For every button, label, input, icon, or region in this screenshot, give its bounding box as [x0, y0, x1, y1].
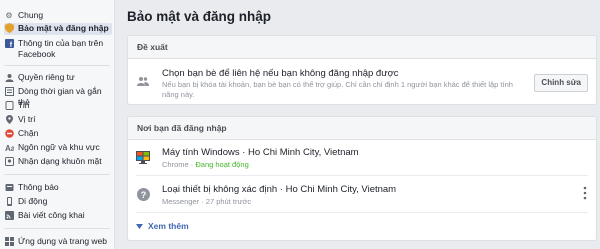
settings-sidebar: ⚙ Chung Bảo mật và đăng nhập f Thông tin…: [0, 0, 115, 249]
sidebar-item-label: Di động: [18, 196, 48, 206]
see-more-link[interactable]: Xem thêm: [136, 221, 189, 231]
sidebar-item-privacy[interactable]: Quyền riêng tư: [4, 72, 112, 83]
session-row[interactable]: ? Loại thiết bị không xác định · Ho Chi …: [128, 176, 596, 212]
sidebar-item-label: Tin: [18, 100, 30, 110]
session-client: Messenger: [162, 197, 200, 206]
friends-icon: [136, 74, 150, 88]
facebook-icon: f: [4, 38, 14, 48]
caret-down-icon: [136, 221, 143, 231]
sidebar-item-notifications[interactable]: Thông báo: [4, 182, 112, 193]
session-meta: Chrome · Đang hoạt động: [162, 160, 249, 169]
sidebar-item-label: Bài viết công khai: [18, 210, 85, 220]
privacy-icon: [4, 72, 14, 82]
notifications-icon: [4, 182, 14, 192]
session-meta: Messenger · 27 phút trước: [162, 197, 251, 206]
main-content: Bảo mật và đăng nhập Đề xuất Chọn bạn bè…: [115, 0, 600, 249]
session-device: Máy tính Windows · Ho Chi Minh City, Vie…: [162, 147, 359, 158]
sidebar-item-label: Quyền riêng tư: [18, 72, 75, 82]
trusted-contacts-row: Chọn bạn bè để liên hệ nếu bạn không đăn…: [128, 58, 596, 105]
block-icon: [4, 128, 14, 138]
apps-icon: [4, 236, 14, 246]
edit-button[interactable]: Chỉnh sửa: [534, 74, 588, 92]
sidebar-item-stories[interactable]: Tin: [4, 100, 112, 111]
location-icon: [4, 114, 14, 124]
shield-icon: [4, 23, 14, 33]
logged-in-card: Nơi bạn đã đăng nhập Máy tính Windows · …: [127, 116, 597, 241]
session-time: 27 phút trước: [205, 197, 252, 206]
sidebar-item-public-posts[interactable]: Bài viết công khai: [4, 210, 112, 221]
recommended-card: Đề xuất Chọn bạn bè để liên hệ nếu bạn k…: [127, 35, 597, 105]
session-separator: ·: [199, 197, 206, 206]
sidebar-divider: [4, 65, 110, 66]
svg-text:Aa: Aa: [5, 144, 14, 152]
stories-icon: [4, 100, 14, 110]
sidebar-item-apps[interactable]: Ứng dụng và trang web: [4, 236, 112, 247]
sidebar-item-label: Ứng dụng và trang web: [18, 236, 108, 246]
sidebar-divider: [4, 174, 110, 175]
face-icon: [4, 156, 14, 166]
recommendation-description: Nếu bạn bị khóa tài khoản, bạn bè bạn có…: [162, 80, 513, 99]
sidebar-item-label: Thông báo: [18, 182, 59, 192]
see-more-label: Xem thêm: [148, 221, 189, 231]
divider: [136, 212, 588, 213]
more-options-icon[interactable]: [582, 186, 588, 200]
sidebar-divider: [4, 228, 110, 229]
sidebar-item-face-recognition[interactable]: Nhận dạng khuôn mặt: [4, 156, 112, 167]
svg-text:?: ?: [140, 190, 146, 200]
sidebar-item-label: Ngôn ngữ và khu vực: [18, 142, 100, 152]
unknown-device-icon: ?: [136, 187, 150, 201]
sidebar-item-location[interactable]: Vị trí: [4, 114, 112, 125]
sidebar-item-mobile[interactable]: Di động: [4, 196, 112, 207]
mobile-icon: [4, 196, 14, 206]
language-icon: Aa: [4, 142, 14, 152]
rss-icon: [4, 210, 14, 220]
session-status: Đang hoạt động: [195, 160, 249, 169]
sidebar-item-label: Vị trí: [18, 114, 36, 124]
sidebar-item-label: Chặn: [18, 128, 39, 138]
sidebar-item-security[interactable]: Bảo mật và đăng nhập: [4, 23, 112, 35]
gear-icon: ⚙: [5, 10, 13, 20]
session-client: Chrome: [162, 160, 189, 169]
recommendation-title: Chọn bạn bè để liên hệ nếu bạn không đăn…: [162, 68, 399, 79]
sidebar-item-blocking[interactable]: Chặn: [4, 128, 112, 139]
sidebar-item-label: Nhận dạng khuôn mặt: [18, 156, 102, 166]
sidebar-item-label: Bảo mật và đăng nhập: [18, 23, 109, 33]
sidebar-item-general[interactable]: ⚙ Chung: [4, 10, 112, 21]
section-header: Đề xuất: [128, 36, 596, 59]
page-title: Bảo mật và đăng nhập: [127, 9, 272, 24]
windows-icon: [136, 150, 150, 164]
section-header: Nơi bạn đã đăng nhập: [128, 117, 596, 140]
sidebar-item-label: Thông tin của bạn trên Facebook: [18, 38, 104, 59]
sidebar-item-label: Chung: [18, 10, 44, 20]
session-device: Loại thiết bị không xác định · Ho Chi Mi…: [162, 184, 397, 195]
timeline-icon: [4, 86, 14, 96]
sidebar-item-language[interactable]: Aa Ngôn ngữ và khu vực: [4, 142, 112, 153]
session-row[interactable]: Máy tính Windows · Ho Chi Minh City, Vie…: [128, 139, 596, 175]
sidebar-item-your-info[interactable]: f Thông tin của bạn trên Facebook: [4, 38, 112, 60]
